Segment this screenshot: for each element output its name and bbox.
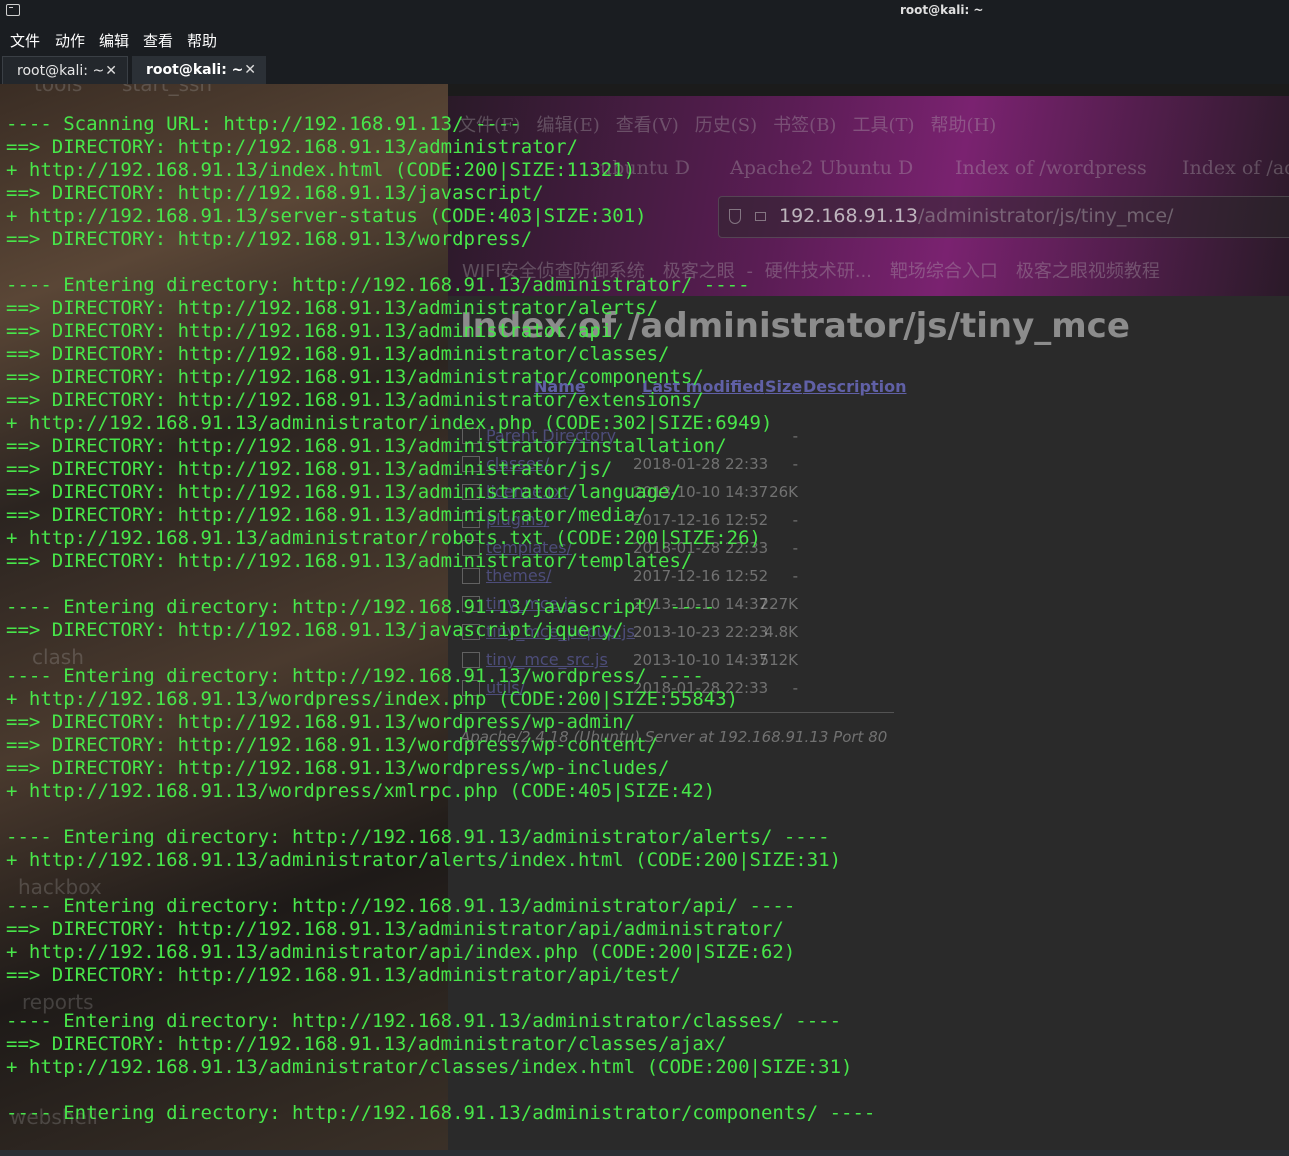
terminal-line: ==> DIRECTORY: http://192.168.91.13/java…	[6, 182, 544, 204]
terminal-line: ---- Entering directory: http://192.168.…	[6, 826, 830, 848]
terminal-line: ==> DIRECTORY: http://192.168.91.13/admi…	[6, 343, 670, 365]
terminal-line: ==> DIRECTORY: http://192.168.91.13/admi…	[6, 458, 613, 480]
window-bottom-edge	[0, 1150, 1289, 1156]
menu-view[interactable]: 查看	[143, 30, 173, 51]
terminal-line: ---- Entering directory: http://192.168.…	[6, 1010, 842, 1032]
terminal-line: ==> DIRECTORY: http://192.168.91.13/word…	[6, 228, 533, 250]
tab-label: root@kali: ~	[17, 63, 105, 79]
terminal-line: ==> DIRECTORY: http://192.168.91.13/admi…	[6, 297, 659, 319]
terminal-line: + http://192.168.91.13/administrator/ind…	[6, 412, 773, 434]
terminal-line: ==> DIRECTORY: http://192.168.91.13/word…	[6, 711, 636, 733]
terminal-line: ==> DIRECTORY: http://192.168.91.13/word…	[6, 757, 670, 779]
terminal-line: + http://192.168.91.13/server-status (CO…	[6, 205, 647, 227]
terminal-line: ==> DIRECTORY: http://192.168.91.13/admi…	[6, 964, 681, 986]
terminal-line: ==> DIRECTORY: http://192.168.91.13/word…	[6, 734, 659, 756]
terminal-line: ==> DIRECTORY: http://192.168.91.13/java…	[6, 619, 624, 641]
terminal-line: + http://192.168.91.13/wordpress/xmlrpc.…	[6, 780, 716, 802]
terminal-line: ---- Entering directory: http://192.168.…	[6, 895, 796, 917]
terminal-tab[interactable]: root@kali: ~ ✕	[2, 56, 128, 84]
terminal-line: ==> DIRECTORY: http://192.168.91.13/admi…	[6, 504, 647, 526]
terminal-line: ---- Entering directory: http://192.168.…	[6, 596, 716, 618]
terminal-line: + http://192.168.91.13/wordpress/index.p…	[6, 688, 739, 710]
terminal-line: ==> DIRECTORY: http://192.168.91.13/admi…	[6, 320, 624, 342]
close-icon[interactable]: ✕	[105, 57, 117, 85]
terminal-line: ==> DIRECTORY: http://192.168.91.13/admi…	[6, 550, 693, 572]
menu-edit[interactable]: 编辑	[99, 30, 129, 51]
terminal-line: ==> DIRECTORY: http://192.168.91.13/admi…	[6, 389, 704, 411]
terminal-line: ==> DIRECTORY: http://192.168.91.13/admi…	[6, 918, 784, 940]
terminal-line: ---- Entering directory: http://192.168.…	[6, 274, 750, 296]
terminal-line: ==> DIRECTORY: http://192.168.91.13/admi…	[6, 366, 704, 388]
terminal-output[interactable]: ---- Scanning URL: http://192.168.91.13/…	[6, 113, 1286, 1125]
menubar: 文件 动作 编辑 查看 帮助	[0, 24, 1289, 54]
terminal-line: ==> DIRECTORY: http://192.168.91.13/admi…	[6, 1033, 727, 1055]
menu-file[interactable]: 文件	[10, 30, 40, 51]
terminal-tab-active[interactable]: root@kali: ~ ✕	[132, 56, 266, 84]
terminal-line: + http://192.168.91.13/administrator/api…	[6, 941, 796, 963]
terminal-line: ==> DIRECTORY: http://192.168.91.13/admi…	[6, 435, 727, 457]
terminal-line: + http://192.168.91.13/administrator/ale…	[6, 849, 842, 871]
window-title: root@kali: ~	[900, 3, 984, 17]
terminal-icon	[6, 4, 20, 16]
terminal-line: ---- Scanning URL: http://192.168.91.13/…	[6, 113, 521, 135]
menu-action[interactable]: 动作	[55, 30, 85, 51]
terminal-line: + http://192.168.91.13/administrator/rob…	[6, 527, 761, 549]
terminal-line: ---- Entering directory: http://192.168.…	[6, 665, 704, 687]
terminal-line: ---- Entering directory: http://192.168.…	[6, 1102, 876, 1124]
window-titlebar: root@kali: ~	[0, 0, 1289, 24]
menu-help[interactable]: 帮助	[187, 30, 217, 51]
close-icon[interactable]: ✕	[244, 56, 256, 84]
terminal-line: ==> DIRECTORY: http://192.168.91.13/admi…	[6, 136, 578, 158]
tab-label: root@kali: ~	[146, 62, 244, 78]
terminal-line: + http://192.168.91.13/administrator/cla…	[6, 1056, 853, 1078]
terminal-line: + http://192.168.91.13/index.html (CODE:…	[6, 159, 636, 181]
terminal-tabbar: root@kali: ~ ✕ root@kali: ~ ✕	[0, 54, 1289, 84]
terminal-line: ==> DIRECTORY: http://192.168.91.13/admi…	[6, 481, 681, 503]
